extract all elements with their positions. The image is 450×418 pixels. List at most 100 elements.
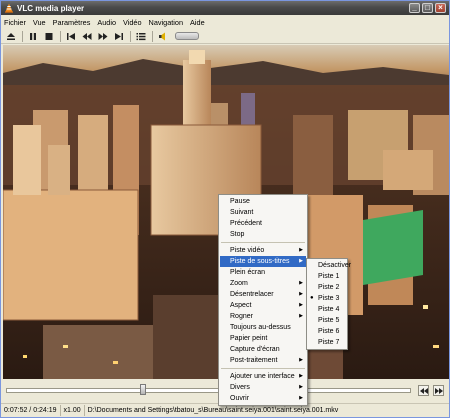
context-item-suivant[interactable]: Suivant	[220, 207, 306, 218]
playlist-button[interactable]	[135, 30, 147, 42]
subtitle-track-piste-7[interactable]: Piste 7	[308, 337, 346, 348]
context-item-precedent[interactable]: Précédent	[220, 218, 306, 229]
submenu-arrow-icon: ▶	[299, 302, 303, 308]
context-item-label: Désentrelacer	[230, 291, 274, 298]
slower-button[interactable]	[418, 385, 429, 396]
stop-icon	[45, 32, 53, 40]
context-item-capture-d-ecran[interactable]: Capture d'écran	[220, 344, 306, 355]
context-item-label: Piste vidéo	[230, 247, 265, 254]
submenu-arrow-icon: ▶	[299, 384, 303, 390]
subtitle-track-piste-1[interactable]: Piste 1	[308, 271, 346, 282]
vlc-window: VLC media player _ □ × Fichier Vue Param…	[0, 0, 450, 418]
time-display[interactable]: 0:07:52 / 0:24:19	[1, 405, 61, 416]
submenu-arrow-icon: ▶	[299, 373, 303, 379]
menu-audio[interactable]: Audio	[97, 18, 116, 27]
subtitle-track-piste-5[interactable]: Piste 5	[308, 315, 346, 326]
subtitle-track-label: Piste 4	[318, 306, 340, 313]
context-item-aspect[interactable]: Aspect ▶	[220, 300, 306, 311]
rewind-button[interactable]	[81, 30, 93, 42]
menu-fichier[interactable]: Fichier	[4, 18, 26, 27]
subtitle-track-piste-4[interactable]: Piste 4	[308, 304, 346, 315]
toolbar-divider	[152, 30, 153, 42]
close-button[interactable]: ×	[435, 3, 446, 13]
minimize-button[interactable]: _	[409, 3, 420, 13]
submenu-arrow-icon: ▶	[299, 313, 303, 319]
context-item-ajouter-une-interface[interactable]: Ajouter une interface ▶	[220, 371, 306, 382]
playlist-icon	[136, 32, 146, 40]
context-item-label: Capture d'écran	[230, 346, 280, 353]
submenu-arrow-icon: ▶	[299, 291, 303, 297]
mute-button[interactable]	[157, 30, 169, 42]
pause-button[interactable]	[27, 30, 39, 42]
subtitle-track-piste-3[interactable]: ● Piste 3	[308, 293, 346, 304]
subtitle-track-label: Désactiver	[318, 262, 352, 269]
context-item-divers[interactable]: Divers ▶	[220, 382, 306, 393]
menu-video[interactable]: Vidéo	[123, 18, 142, 27]
submenu-arrow-icon: ▶	[299, 357, 303, 363]
subtitle-track-piste-6[interactable]: Piste 6	[308, 326, 346, 337]
toolbar-divider	[130, 30, 131, 42]
forward-button[interactable]	[97, 30, 109, 42]
menu-parametres[interactable]: Paramètres	[53, 18, 91, 27]
window-title: VLC media player	[17, 3, 85, 13]
context-item-label: Pause	[230, 198, 250, 205]
volume-slider[interactable]	[175, 32, 199, 40]
context-item-label: Suivant	[230, 209, 254, 216]
volume-icon	[159, 32, 165, 40]
subtitle-track-piste-2[interactable]: Piste 2	[308, 282, 346, 293]
menu-vue[interactable]: Vue	[33, 18, 46, 27]
context-item-label: Ouvrir	[230, 395, 250, 402]
context-item-ouvrir[interactable]: Ouvrir ▶	[220, 393, 306, 404]
context-item-zoom[interactable]: Zoom ▶	[220, 278, 306, 289]
context-item-label: Papier peint	[230, 335, 268, 342]
subtitle-track-label: Piste 3	[318, 295, 340, 302]
context-item-rogner[interactable]: Rogner ▶	[220, 311, 306, 322]
submenu-arrow-icon: ▶	[299, 258, 303, 264]
previous-icon	[67, 32, 75, 40]
context-item-label: Divers	[230, 384, 250, 391]
pause-icon	[30, 32, 36, 40]
title-bar[interactable]: VLC media player _ □ ×	[1, 1, 449, 15]
menu-bar: Fichier Vue Paramètres Audio Vidéo Navig…	[1, 15, 449, 29]
context-item-stop[interactable]: Stop	[220, 229, 306, 240]
context-item-label: Piste de sous-titres	[230, 258, 290, 265]
context-menu: Pause Suivant Précédent Stop Piste vidéo ▶ Pis…	[218, 194, 308, 406]
context-item-papier-peint[interactable]: Papier peint	[220, 333, 306, 344]
context-item-label: Rogner	[230, 313, 253, 320]
subtitle-track-label: Piste 2	[318, 284, 340, 291]
menu-separator	[221, 242, 305, 243]
eject-button[interactable]	[5, 30, 17, 42]
subtitle-track-label: Piste 7	[318, 339, 340, 346]
context-item-piste-de-sous-titres[interactable]: Piste de sous-titres ▶	[220, 256, 306, 267]
selected-bullet-icon: ●	[310, 295, 314, 301]
forward-icon	[98, 32, 108, 40]
previous-button[interactable]	[65, 30, 77, 42]
context-item-label: Zoom	[230, 280, 248, 287]
eject-icon	[7, 32, 15, 40]
maximize-button[interactable]: □	[422, 3, 433, 13]
context-item-label: Post-traitement	[230, 357, 278, 364]
submenu-arrow-icon: ▶	[299, 395, 303, 401]
context-item-label: Précédent	[230, 220, 262, 227]
menu-aide[interactable]: Aide	[190, 18, 205, 27]
faster-button[interactable]	[433, 385, 444, 396]
next-icon	[115, 32, 123, 40]
next-button[interactable]	[113, 30, 125, 42]
context-item-label: Stop	[230, 231, 245, 238]
context-item-label: Ajouter une interface	[230, 373, 295, 380]
context-item-piste-video[interactable]: Piste vidéo ▶	[220, 245, 306, 256]
context-item-desentrelacer[interactable]: Désentrelacer ▶	[220, 289, 306, 300]
subtitle-track-desactiver[interactable]: Désactiver	[308, 260, 351, 271]
submenu-arrow-icon: ▶	[299, 280, 303, 286]
seek-bar[interactable]	[6, 388, 411, 393]
context-item-plein-ecran[interactable]: Plein écran	[220, 267, 306, 278]
seek-handle[interactable]	[139, 384, 146, 395]
rewind-icon	[82, 32, 92, 40]
stop-button[interactable]	[43, 30, 55, 42]
context-item-toujours-au-dessus[interactable]: Toujours au-dessus	[220, 322, 306, 333]
context-item-pause[interactable]: Pause	[220, 196, 306, 207]
menu-navigation[interactable]: Navigation	[149, 18, 183, 27]
subtitle-track-label: Piste 6	[318, 328, 340, 335]
subtitle-track-label: Piste 5	[318, 317, 340, 324]
context-item-post-traitement[interactable]: Post-traitement ▶	[220, 355, 306, 366]
